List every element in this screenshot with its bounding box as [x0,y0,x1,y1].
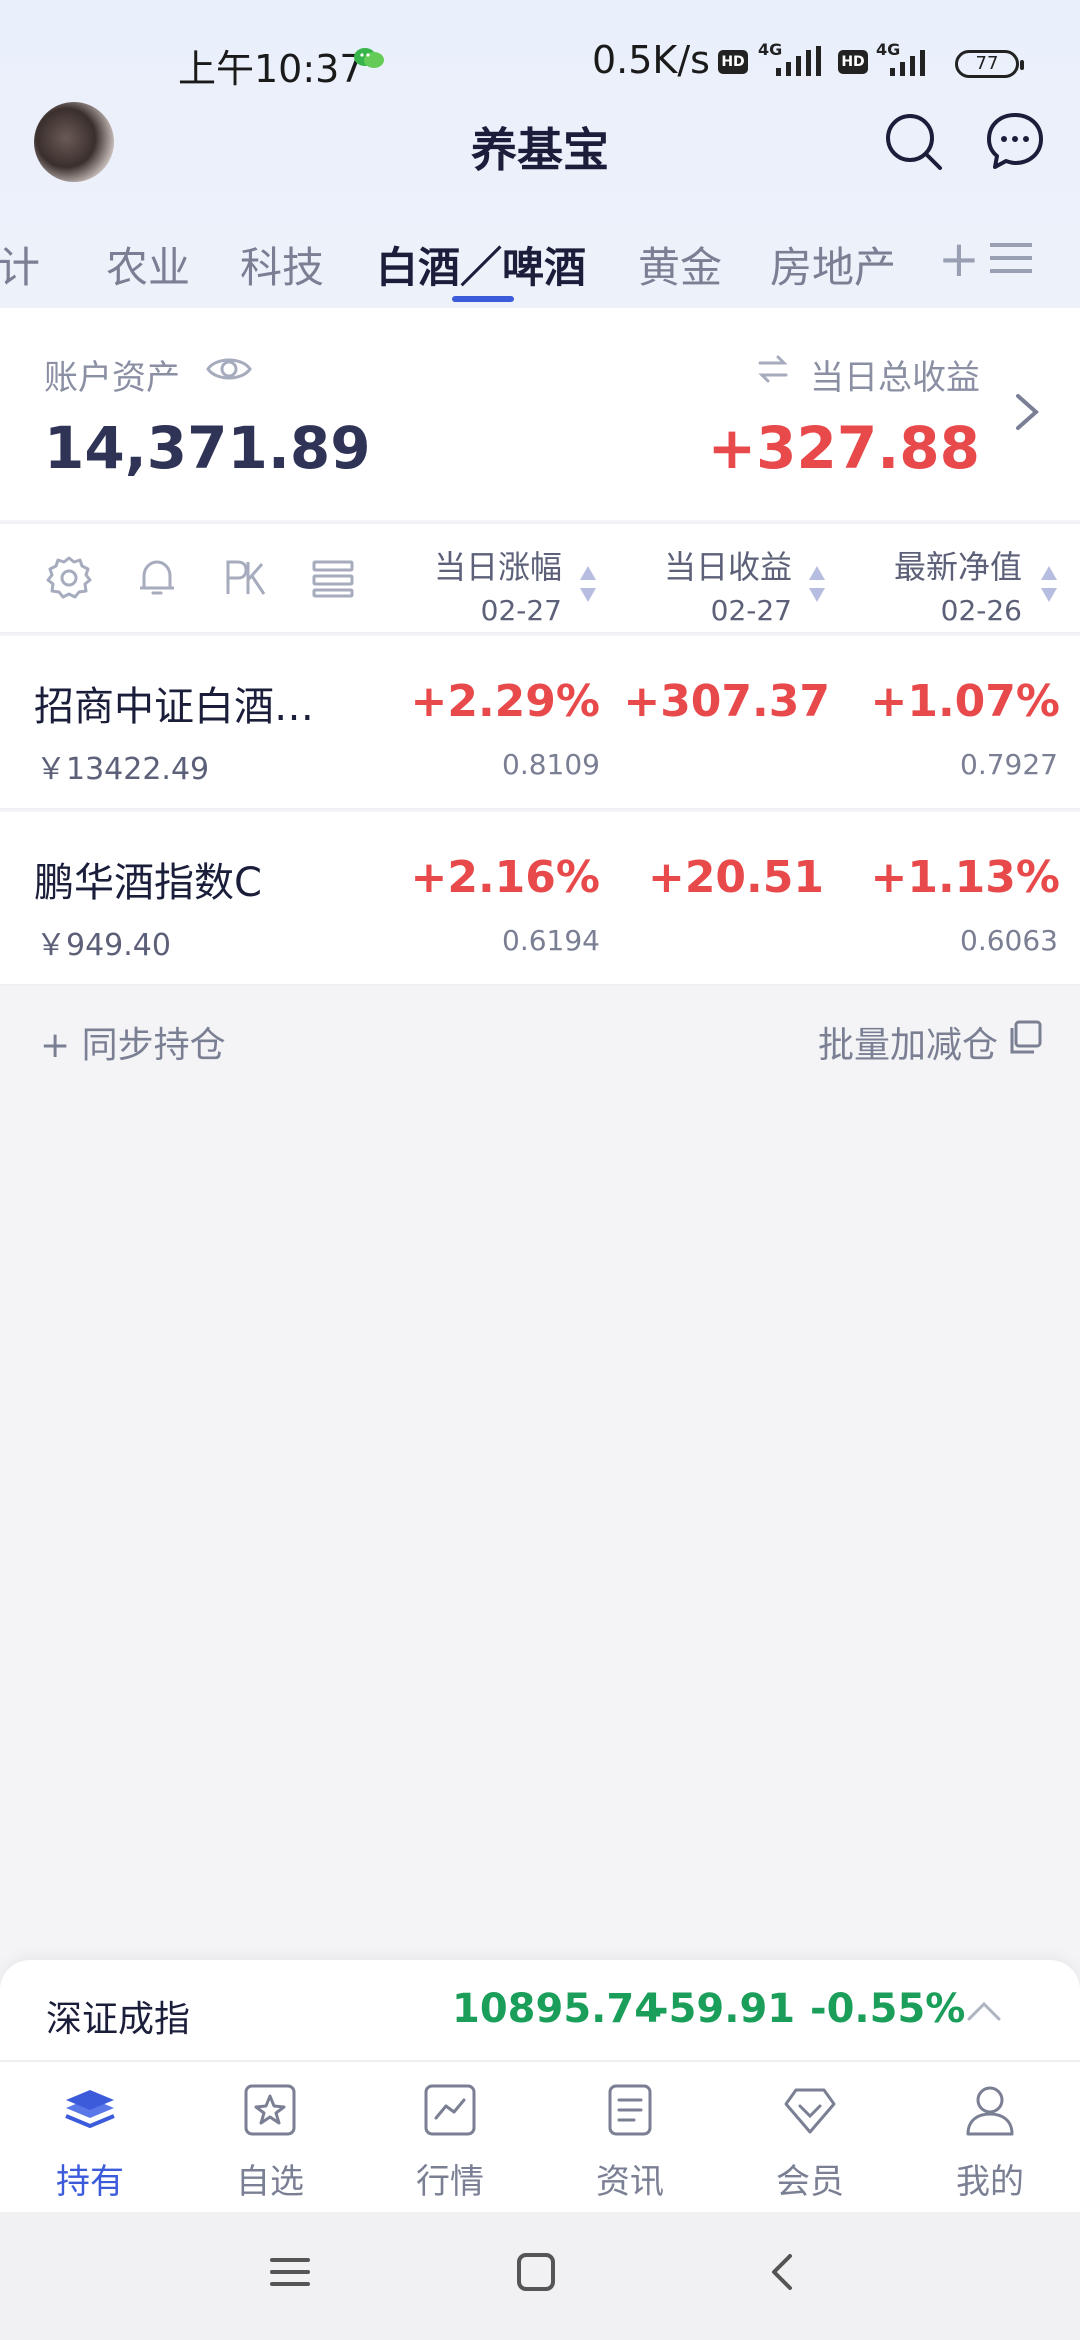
fund-row[interactable]: 招商中证白酒… ￥13422.49 +2.29% 0.8109 +307.37 … [0,636,1080,810]
hd-badge: HD [718,50,748,74]
nav-estimate: 0.8109 [502,748,600,781]
message-icon[interactable] [984,110,1046,172]
latest-pct: +1.13% [870,852,1060,903]
pk-icon[interactable] [222,554,268,600]
fund-name: 鹏华酒指数C [34,860,262,906]
nav-label: 持有 [56,2162,124,2202]
index-name: 深证成指 [46,1999,191,2040]
tab-real-estate[interactable]: 房地产 [770,234,896,295]
batch-adjust-button[interactable]: 批量加减仓 [818,1016,998,1068]
column-header-nav[interactable]: 最新净值 02-26 [852,542,1022,627]
net-speed: 0.5K/s [592,38,710,82]
fund-row[interactable]: 鹏华酒指数C ￥949.40 +2.16% 0.6194 +20.51 +1.1… [0,812,1080,986]
nav-estimate: 0.6194 [502,924,600,957]
nav-watchlist[interactable]: 自选 [180,2062,360,2214]
signal-icon-2 [890,50,925,76]
nav-profile[interactable]: 我的 [900,2062,1080,2214]
system-nav-bar [0,2212,1080,2340]
table-header: 当日涨幅 02-27 当日收益 02-27 最新净值 02-26 [0,522,1080,634]
holdings-actions: + 同步持仓 批量加减仓 [0,996,1080,1086]
column-title: 当日收益 [663,548,792,586]
account-assets-label: 账户资产 [44,358,180,398]
search-icon[interactable] [882,110,944,172]
list-view-icon[interactable] [310,554,356,600]
bell-icon[interactable] [134,554,180,600]
tab-total[interactable]: 合计 [0,234,40,295]
sync-holdings-button[interactable]: + 同步持仓 [40,1016,226,1068]
latest-pct: +1.07% [870,676,1060,727]
tab-technology[interactable]: 科技 [240,234,324,295]
nav-label: 行情 [416,2162,484,2202]
sort-icon[interactable] [1040,562,1058,606]
daily-gain: +20.51 [647,852,824,903]
daily-gain: +307.37 [623,676,830,727]
index-value: 10895.74 [452,1986,663,2032]
bottom-nav: 持有 自选 行情 资讯 会员 我的 [0,2060,1080,2212]
column-header-gain[interactable]: 当日收益 02-27 [622,542,792,627]
star-icon [244,2084,296,2136]
settings-icon[interactable] [46,554,92,600]
hd-badge-2: HD [838,50,868,74]
status-time: 上午10:37 [178,47,364,91]
chevron-up-icon[interactable] [966,2000,1002,2022]
column-title: 当日涨幅 [433,548,562,586]
diamond-icon [784,2088,836,2134]
nav-label: 会员 [776,2162,844,2202]
column-date: 02-27 [710,594,792,627]
menu-icon[interactable] [990,240,1032,276]
battery-icon: 77 [955,50,1024,78]
status-bar: 上午10:37 0.5K/s HD 4G HD 4G 77 [0,0,1080,118]
eye-icon[interactable] [206,352,252,386]
chevron-right-icon[interactable] [1012,390,1042,434]
nav-news[interactable]: 资讯 [540,2062,720,2214]
change-pct: +2.16% [410,852,600,903]
news-icon [608,2084,652,2136]
column-date: 02-27 [480,594,562,627]
account-assets-value: 14,371.89 [44,414,371,482]
latest-nav: 0.7927 [960,748,1058,781]
latest-nav: 0.6063 [960,924,1058,957]
recent-apps-icon[interactable] [268,2250,312,2294]
change-pct: +2.29% [410,676,600,727]
column-date: 02-26 [940,594,1022,627]
copy-icon[interactable] [1006,1018,1044,1056]
tab-liquor-beer[interactable]: 白酒／啤酒 [376,234,586,295]
column-title: 最新净值 [893,548,1022,586]
daily-gain-value: +327.88 [707,414,980,482]
sort-icon[interactable] [808,562,826,606]
back-icon[interactable] [762,2250,806,2294]
layers-icon [65,2090,115,2129]
wechat-notification-icon [354,48,384,68]
daily-gain-label: 当日总收益 [810,358,980,398]
sort-icon[interactable] [579,562,597,606]
nav-label: 我的 [956,2162,1024,2202]
index-change-pct: -0.55% [810,1986,966,2032]
nav-holdings[interactable]: 持有 [0,2062,180,2214]
column-header-change[interactable]: 当日涨幅 02-27 [392,542,562,627]
group-tab-strip: 合计 农业 科技 白酒／啤酒 黄金 房地产 + [0,220,1080,310]
index-ticker[interactable]: 深证成指 10895.74 -59.91 -0.55% [0,1960,1080,2060]
signal-icon [776,46,821,76]
nav-market[interactable]: 行情 [360,2062,540,2214]
add-group-button[interactable]: + [938,230,980,288]
active-tab-indicator [452,296,514,302]
account-card[interactable]: 账户资产 14,371.89 当日总收益 +327.88 [0,308,1080,520]
swap-icon[interactable] [756,352,790,386]
tab-gold[interactable]: 黄金 [638,234,722,295]
nav-label: 自选 [236,2162,304,2202]
chart-icon [424,2084,476,2136]
index-change: -59.91 [652,1986,796,2032]
home-icon[interactable] [514,2250,558,2294]
user-icon [966,2086,1014,2136]
fund-amount: ￥13422.49 [36,752,210,787]
nav-label: 资讯 [596,2162,664,2202]
fund-amount: ￥949.40 [36,928,171,963]
fund-name: 招商中证白酒… [34,684,314,730]
nav-membership[interactable]: 会员 [720,2062,900,2214]
tab-agriculture[interactable]: 农业 [106,234,190,295]
